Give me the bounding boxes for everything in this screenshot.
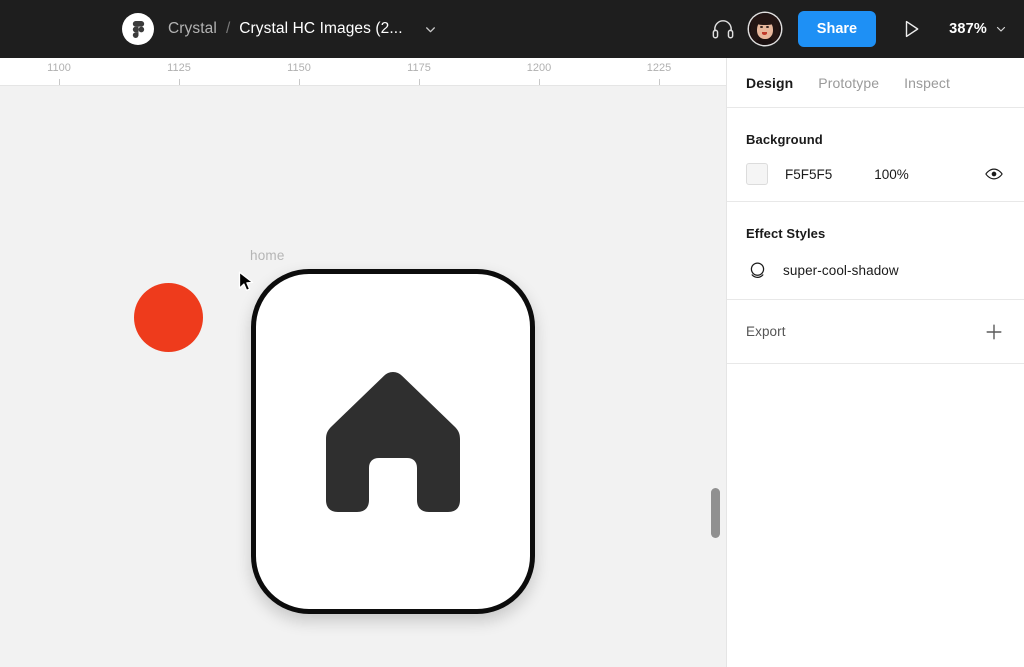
zoom-level-value: 387% <box>949 21 987 37</box>
home-frame[interactable] <box>251 269 535 614</box>
background-opacity-value[interactable]: 100% <box>874 167 909 182</box>
mouse-cursor <box>238 271 256 295</box>
ruler-tick: 1125 <box>149 58 209 85</box>
ruler-tick-label: 1200 <box>526 62 552 74</box>
ruler-tick-mark <box>419 79 420 85</box>
export-label: Export <box>746 324 786 339</box>
frame-label[interactable]: home <box>250 248 285 263</box>
ruler-tick: 1150 <box>269 58 329 85</box>
ruler-tick-label: 1225 <box>646 62 672 74</box>
ruler-tick-label: 1125 <box>167 62 191 74</box>
tab-inspect[interactable]: Inspect <box>904 75 950 91</box>
breadcrumb-team[interactable]: Crystal <box>168 20 217 38</box>
background-section-title: Background <box>746 132 823 147</box>
background-color-swatch[interactable] <box>746 163 768 185</box>
effect-style-name: super-cool-shadow <box>783 262 899 278</box>
breadcrumb-file-name[interactable]: Crystal HC Images (2... <box>239 20 402 38</box>
ruler-tick: 1225 <box>629 58 689 85</box>
toolbar-right-group: Share 387% <box>706 0 1024 58</box>
ruler-tick-mark <box>299 79 300 85</box>
right-properties-panel: Design Prototype Inspect Background F5F5… <box>726 58 1024 667</box>
export-section: Export <box>727 300 1024 364</box>
headphones-icon[interactable] <box>706 12 740 46</box>
ruler-tick-label: 1100 <box>47 62 71 74</box>
user-avatar[interactable] <box>748 13 781 45</box>
tab-prototype[interactable]: Prototype <box>818 75 879 91</box>
tab-design[interactable]: Design <box>746 75 793 91</box>
ruler-tick-mark <box>659 79 660 85</box>
ruler-tick-label: 1175 <box>407 62 431 74</box>
drop-shadow-style-icon <box>746 259 768 281</box>
effect-styles-section-title: Effect Styles <box>746 226 826 241</box>
ruler-tick-mark <box>59 79 60 85</box>
ruler-tick: 1175 <box>389 58 449 85</box>
house-icon <box>256 274 530 609</box>
avatar-bangs <box>754 16 775 25</box>
effect-style-item[interactable]: super-cool-shadow <box>746 241 1005 299</box>
figma-window: Crystal / Crystal HC Images (2... Share … <box>0 0 1024 667</box>
ruler-tick-mark <box>179 79 180 85</box>
breadcrumb-separator: / <box>225 20 231 37</box>
panel-tabs: Design Prototype Inspect <box>727 58 1024 108</box>
share-button[interactable]: Share <box>797 11 877 47</box>
zoom-control[interactable]: 387% <box>949 21 1007 37</box>
ruler-tick-mark <box>539 79 540 85</box>
chevron-down-icon[interactable] <box>424 23 437 36</box>
effect-styles-section: Effect Styles super-cool-shadow <box>727 202 1024 300</box>
eye-icon[interactable] <box>983 163 1005 185</box>
background-hex-value[interactable]: F5F5F5 <box>785 167 832 182</box>
export-row: Export <box>746 300 1005 363</box>
background-fill-row: F5F5F5 100% <box>746 147 1005 201</box>
ruler-tick: 1100 <box>29 58 89 85</box>
design-canvas[interactable]: home <box>0 86 726 667</box>
horizontal-ruler: 1100 1125 1150 1175 1200 1225 <box>0 58 726 86</box>
plus-icon[interactable] <box>983 321 1005 343</box>
chevron-down-icon <box>995 23 1007 35</box>
vertical-scrollbar[interactable] <box>711 488 720 538</box>
ellipse-shape[interactable] <box>134 283 203 352</box>
figma-logo-icon[interactable] <box>122 13 154 45</box>
background-section: Background F5F5F5 100% <box>727 108 1024 202</box>
top-toolbar: Crystal / Crystal HC Images (2... Share … <box>0 0 1024 58</box>
ruler-tick-label: 1150 <box>287 62 311 74</box>
play-icon[interactable] <box>898 16 924 42</box>
ruler-tick: 1200 <box>509 58 569 85</box>
breadcrumb: Crystal / Crystal HC Images (2... <box>168 0 437 58</box>
